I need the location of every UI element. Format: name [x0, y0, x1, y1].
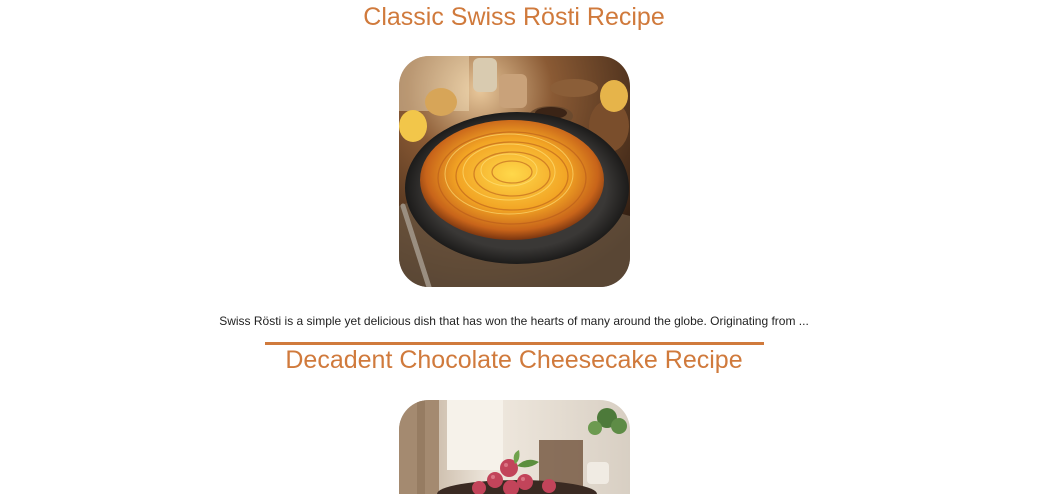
recipe-image-cheesecake[interactable] — [399, 400, 630, 494]
cheesecake-photo — [399, 400, 630, 494]
recipe-list-page: Classic Swiss Rösti Recipe Swiss Rösti i… — [0, 0, 1044, 494]
recipe-title-rosti[interactable]: Classic Swiss Rösti Recipe — [0, 3, 1028, 32]
recipe-title-cheesecake[interactable]: Decadent Chocolate Cheesecake Recipe — [0, 346, 1028, 375]
recipe-excerpt-rosti: Swiss Rösti is a simple yet delicious di… — [219, 314, 809, 328]
rosti-photo — [399, 56, 630, 287]
recipe-image-rosti[interactable] — [399, 56, 630, 287]
recipe-divider — [265, 342, 764, 345]
